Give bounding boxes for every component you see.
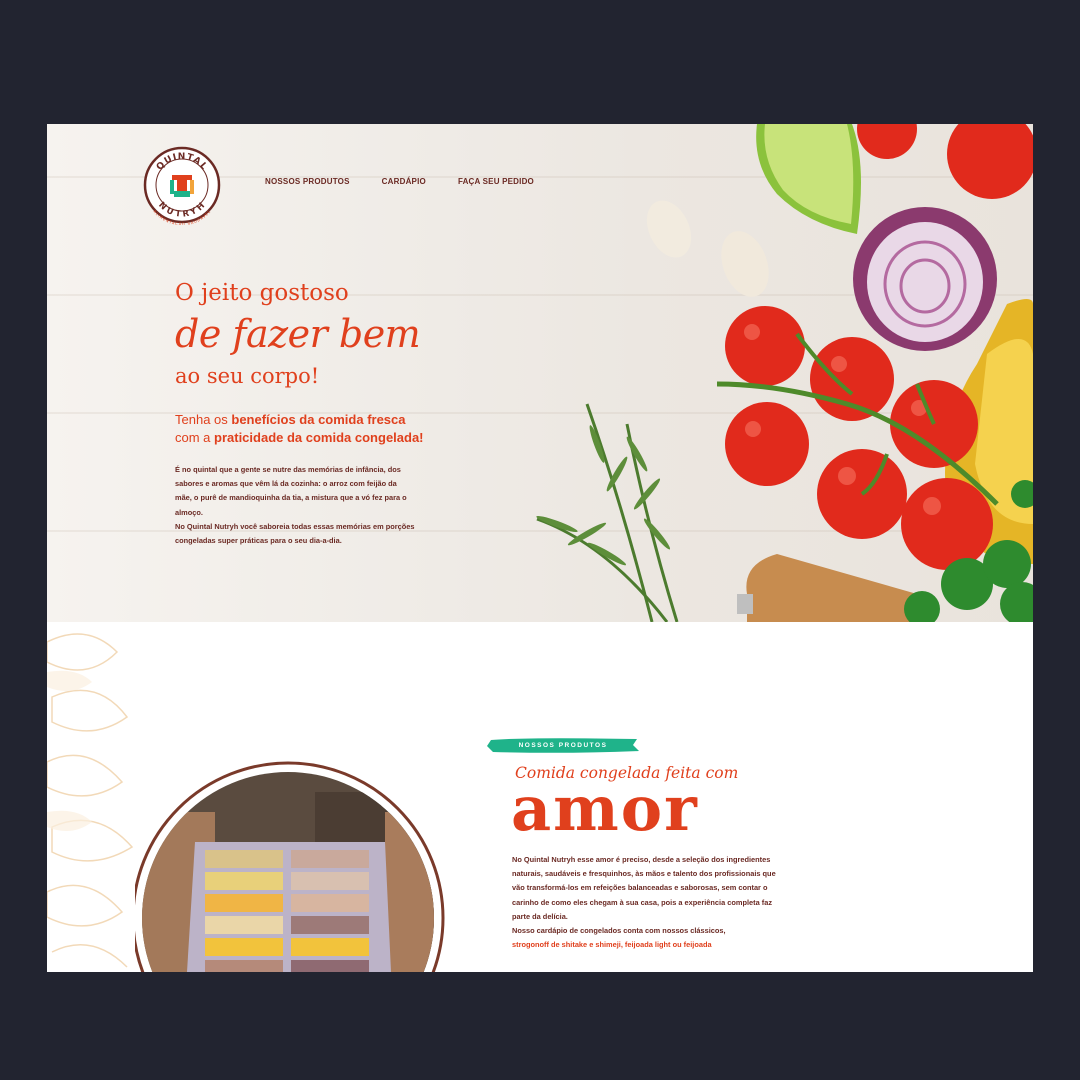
nav-nossos-produtos[interactable]: NOSSOS PRODUTOS	[265, 177, 350, 186]
frozen-food-photo	[135, 761, 445, 972]
hero-headline-line1: O jeito gostoso	[175, 280, 349, 306]
products-section: NOSSOS PRODUTOS Comida congelada feita c…	[47, 622, 1033, 972]
products-body: No Quintal Nutryh esse amor é preciso, d…	[512, 853, 777, 952]
section-tag: NOSSOS PRODUTOS	[487, 737, 639, 754]
hero-paragraph-1: É no quintal que a gente se nutre das me…	[175, 465, 407, 517]
hero-headline-line3: ao seu corpo!	[175, 364, 320, 388]
products-body-3: strogonoff de shitake e shimeji, feijoad…	[512, 940, 712, 950]
vegetables-image	[536, 124, 1033, 622]
hero-subtitle: Tenha os benefícios da comida fresca com…	[175, 412, 424, 445]
hero-section: QUINTAL NUTRYH ALIMENTAÇÃO SAUDÁVEL NOSS…	[47, 124, 1033, 622]
hero-paragraph-2: No Quintal Nutryh você saboreia todas es…	[175, 521, 415, 546]
hero-paragraph: É no quintal que a gente se nutre das me…	[175, 463, 415, 548]
leaf-pattern-decoration	[47, 633, 134, 968]
products-body-2: Nosso cardápio de congelados conta com n…	[512, 926, 726, 936]
section-tag-label: NOSSOS PRODUTOS	[518, 742, 608, 749]
products-title-big: amor	[511, 772, 699, 845]
hero-headline-line2: de fazer bem	[175, 312, 421, 356]
quintal-nutryh-logo[interactable]: QUINTAL NUTRYH ALIMENTAÇÃO SAUDÁVEL	[142, 145, 222, 225]
nav-cardapio[interactable]: CARDÁPIO	[382, 177, 426, 186]
products-body-1: No Quintal Nutryh esse amor é preciso, d…	[512, 855, 776, 921]
page-frame: QUINTAL NUTRYH ALIMENTAÇÃO SAUDÁVEL NOSS…	[47, 124, 1033, 972]
